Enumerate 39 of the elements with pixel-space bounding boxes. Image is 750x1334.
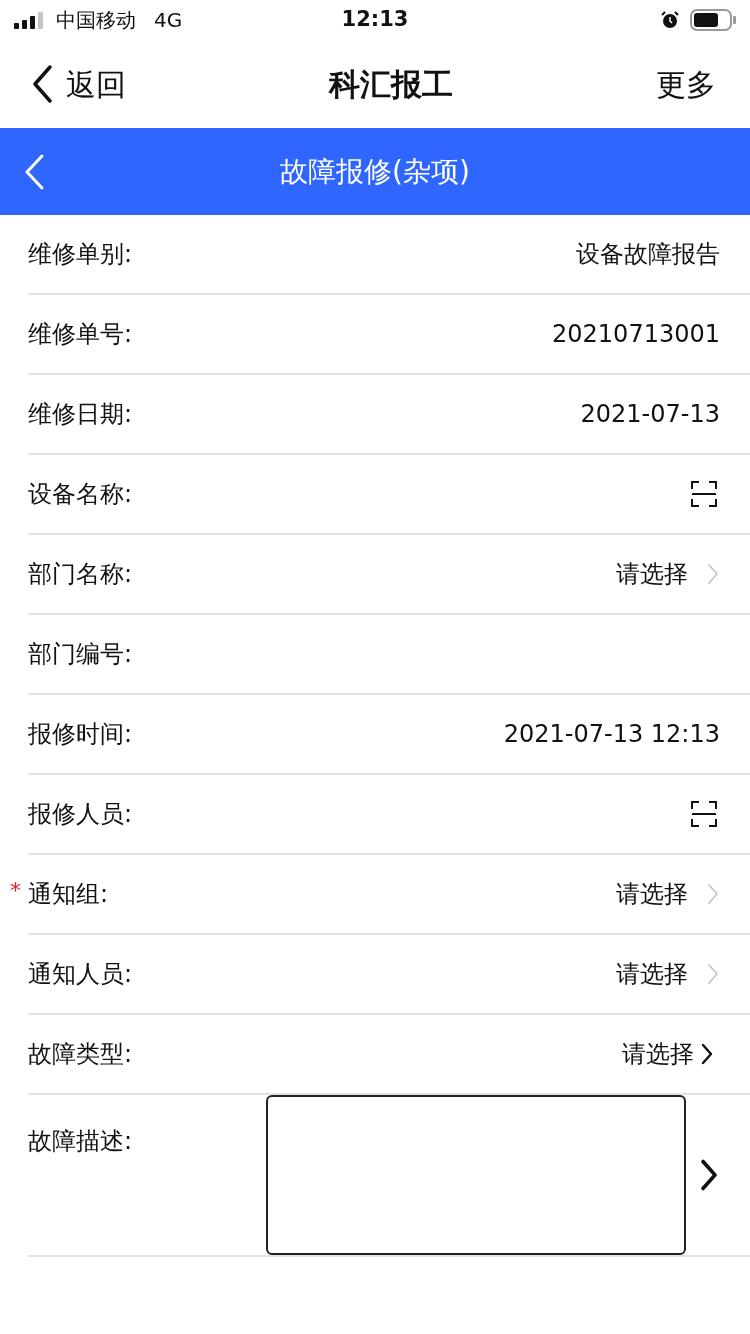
select-placeholder[interactable]: 请选择 (616, 956, 688, 992)
page-title: 故障报修(杂项) (280, 153, 470, 190)
clock-time: 12:13 (341, 6, 409, 34)
field-label: 维修单号: (28, 319, 133, 350)
field-label: 维修单别: (28, 239, 133, 270)
scan-icon[interactable] (690, 800, 718, 828)
scan-icon[interactable] (690, 480, 718, 508)
field-value: 2021-07-13 12:13 (503, 719, 720, 750)
carrier-name: 中国移动 (56, 7, 136, 34)
field-label: 通知组: (28, 879, 109, 910)
field-label: 部门名称: (28, 559, 133, 590)
select-placeholder[interactable]: 请选择 (616, 876, 688, 912)
chevron-icon (700, 1042, 714, 1066)
back-icon (30, 64, 54, 104)
field-label: 部门编号: (28, 639, 133, 670)
field-label: 故障类型: (28, 1039, 133, 1070)
description-field[interactable] (266, 1095, 686, 1255)
field-label: 维修日期: (28, 399, 133, 430)
chevron-icon (706, 882, 720, 906)
battery-icon (690, 9, 736, 31)
chevron-icon (698, 1157, 720, 1193)
required-mark: * (10, 877, 21, 905)
back-button[interactable]: 返回 (30, 61, 126, 107)
app-title: 科汇报工 (329, 64, 453, 104)
field-label: 故障描述: (28, 1126, 133, 1157)
field-label: 报修时间: (28, 719, 133, 750)
chevron-icon (706, 562, 720, 586)
chevron-icon (706, 962, 720, 986)
field-value: 设备故障报告 (576, 239, 720, 270)
field-value: 2021-07-13 (580, 399, 720, 430)
alarm-icon (660, 10, 680, 30)
more-button[interactable]: 更多 (656, 61, 716, 107)
select-placeholder[interactable]: 请选择 (622, 1036, 694, 1072)
select-placeholder[interactable]: 请选择 (616, 556, 688, 592)
field-label: 报修人员: (28, 799, 133, 830)
network-type: 4G (154, 7, 183, 34)
field-label: 设备名称: (28, 479, 133, 510)
field-label: 通知人员: (28, 959, 133, 990)
field-value: 20210713001 (552, 319, 720, 350)
